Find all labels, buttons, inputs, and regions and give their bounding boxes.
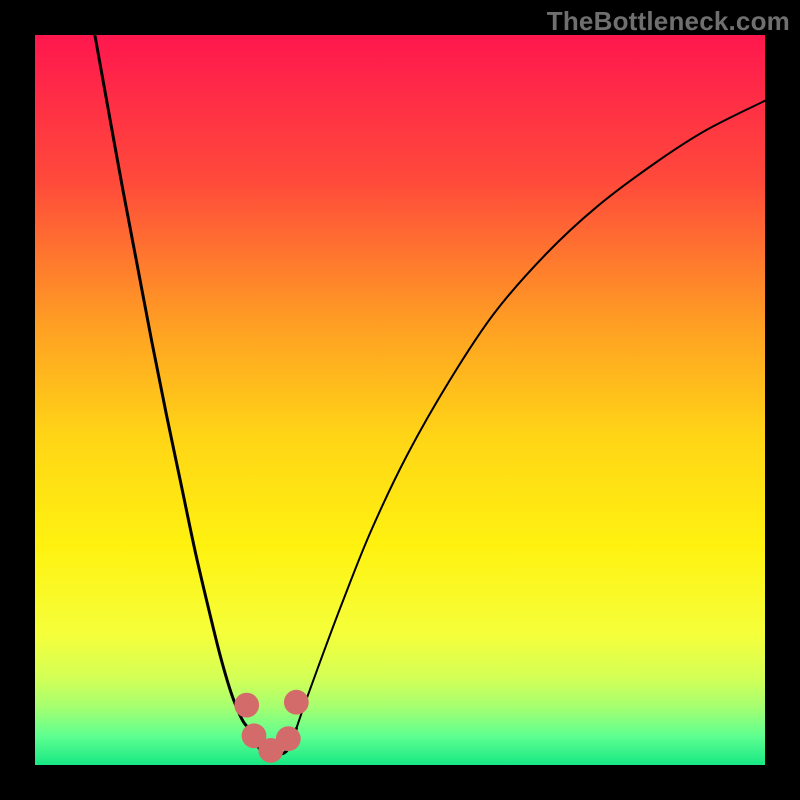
plot-area [35,35,765,765]
trough-marker-4 [284,690,309,715]
trough-marker-0 [234,693,259,718]
chart-frame: TheBottleneck.com [0,0,800,800]
gradient-background [35,35,765,765]
watermark-label: TheBottleneck.com [547,6,790,37]
trough-marker-3 [276,726,301,751]
chart-svg [35,35,765,765]
